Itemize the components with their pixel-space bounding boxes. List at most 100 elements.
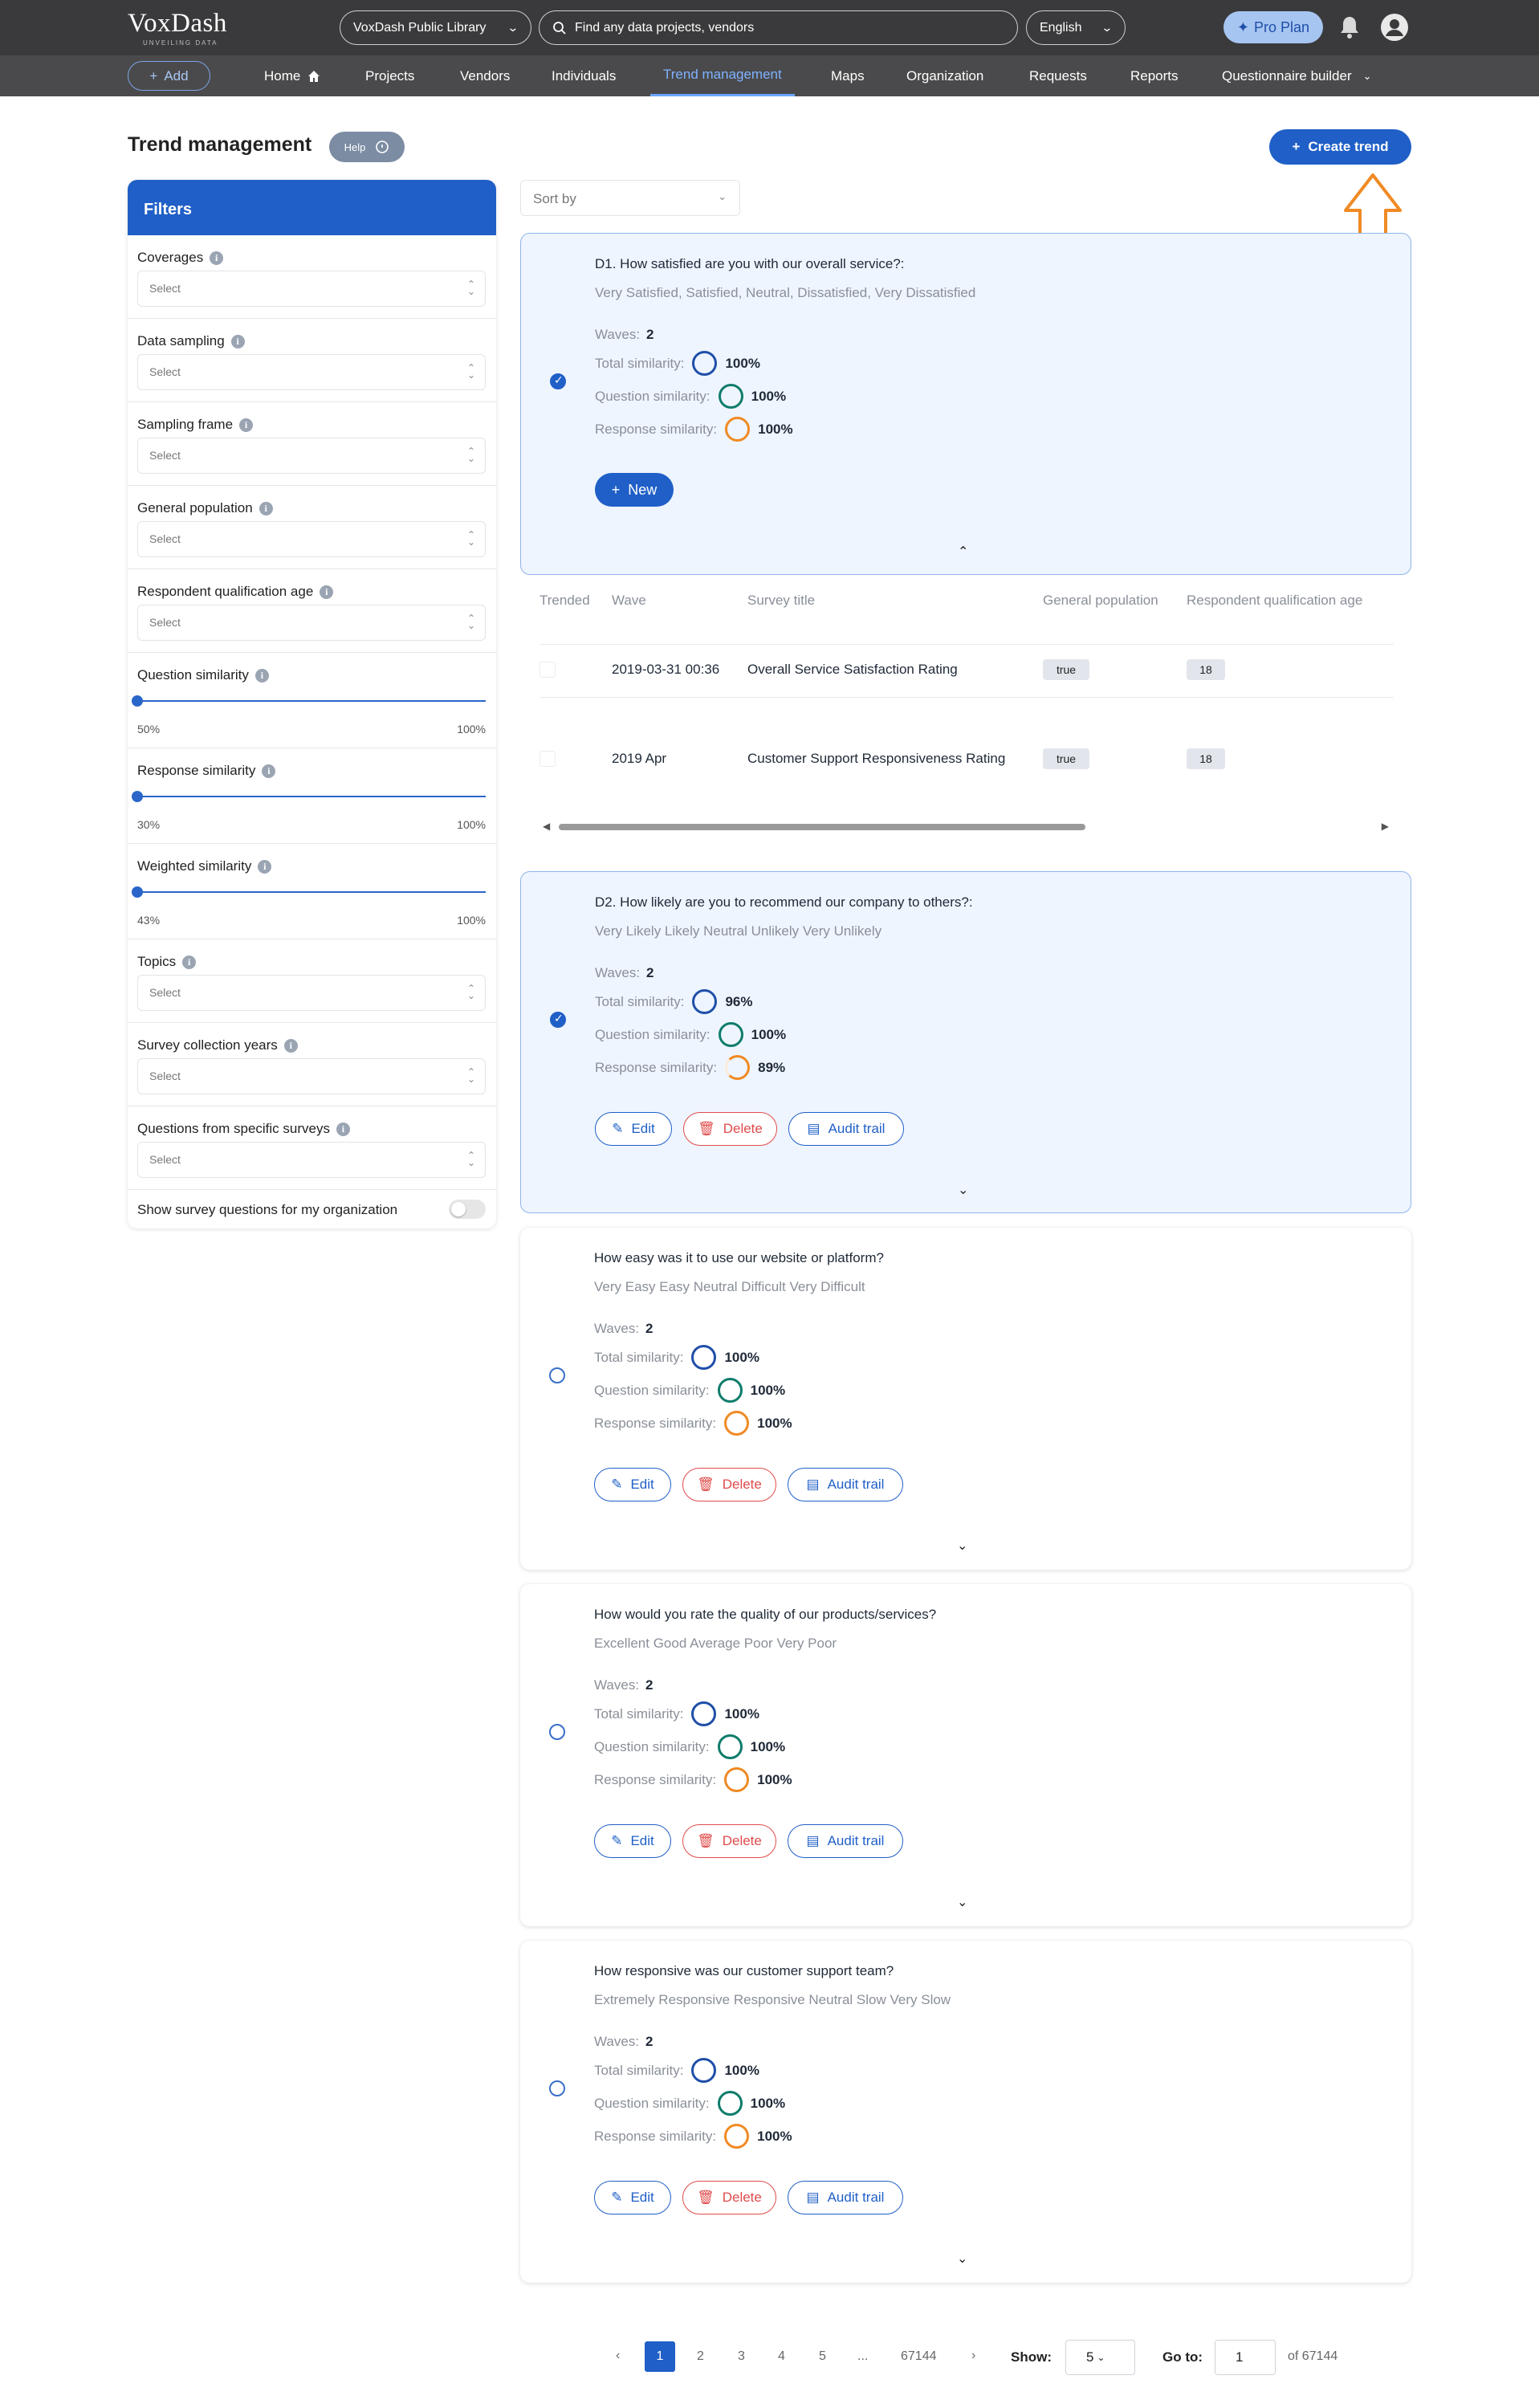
pagination-page[interactable]: 4: [778, 2349, 785, 2364]
specific-surveys-select[interactable]: Select ⌃ ⌄: [137, 1142, 486, 1178]
slider-handle[interactable]: [132, 886, 143, 898]
delete-label: Delete: [722, 1833, 762, 1848]
nav-requests[interactable]: Requests: [1029, 55, 1087, 96]
scroll-thumb[interactable]: [559, 824, 1085, 830]
filter-response-similarity: Response similarity i 30% 100%: [128, 748, 496, 844]
nav-vendors[interactable]: Vendors: [460, 55, 510, 96]
edit-button[interactable]: ✎ Edit: [595, 1112, 672, 1146]
coverages-select[interactable]: Select ⌃ ⌄: [137, 271, 486, 307]
pagination-page[interactable]: 5: [819, 2349, 826, 2364]
edit-button[interactable]: ✎ Edit: [594, 2181, 671, 2214]
delete-button[interactable]: 🗑 Delete: [682, 2181, 776, 2214]
create-trend-button[interactable]: + Create trend: [1269, 129, 1411, 165]
response-similarity-slider[interactable]: [137, 796, 486, 797]
question-similarity-slider[interactable]: [137, 700, 486, 702]
chevron-up-icon[interactable]: ⌃: [958, 544, 968, 560]
show-org-label: Show survey questions for my organizatio…: [137, 1202, 398, 1217]
trend-checkbox[interactable]: [549, 1367, 565, 1383]
info-icon[interactable]: i: [283, 1038, 298, 1053]
info-icon[interactable]: i: [259, 501, 273, 515]
data-sampling-select[interactable]: Select ⌃ ⌄: [137, 354, 486, 390]
search-input[interactable]: Find any data projects, vendors: [539, 10, 1018, 45]
info-icon[interactable]: i: [239, 418, 254, 432]
trended-checkbox[interactable]: [539, 662, 556, 678]
chevron-down-icon[interactable]: ⌄: [957, 2251, 967, 2267]
chevron-down-icon[interactable]: ⌄: [957, 1538, 967, 1554]
pagination-page[interactable]: 2: [697, 2349, 704, 2364]
page-size-select[interactable]: 5 ⌄: [1065, 2340, 1135, 2375]
audit-trail-button[interactable]: ▤ Audit trail: [788, 1824, 903, 1858]
scroll-left-icon[interactable]: ◀: [543, 821, 550, 832]
pagination-page-current[interactable]: 1: [645, 2341, 675, 2372]
sampling-frame-select[interactable]: Select ⌃ ⌄: [137, 438, 486, 474]
info-icon[interactable]: i: [210, 251, 224, 265]
language-value: English: [1040, 20, 1082, 35]
chevron-down-icon: ⌄: [1097, 2352, 1105, 2363]
nav-maps[interactable]: Maps: [831, 55, 865, 96]
trend-checkbox[interactable]: [549, 1724, 565, 1740]
info-icon[interactable]: i: [262, 764, 276, 778]
info-icon[interactable]: i: [336, 1122, 350, 1136]
table-horizontal-scrollbar[interactable]: ◀ ▶: [543, 821, 1389, 832]
slider-handle[interactable]: [132, 695, 143, 707]
library-select[interactable]: VoxDash Public Library ⌄: [340, 10, 531, 45]
nav-reports[interactable]: Reports: [1130, 55, 1179, 96]
edit-button[interactable]: ✎ Edit: [594, 1824, 671, 1858]
delete-button[interactable]: 🗑 Delete: [683, 1112, 777, 1146]
pagination-next[interactable]: ›: [971, 2349, 975, 2363]
info-icon[interactable]: i: [254, 668, 269, 682]
trend-card: How easy was it to use our website or pl…: [520, 1228, 1411, 1570]
sort-updown-icon: ⌃ ⌄: [466, 362, 475, 381]
new-wave-button[interactable]: + New: [595, 473, 674, 507]
respondent-age-select[interactable]: Select ⌃ ⌄: [137, 605, 486, 641]
show-org-toggle[interactable]: [449, 1200, 486, 1219]
pro-plan-button[interactable]: ✦ Pro Plan: [1223, 11, 1323, 43]
nav-individuals[interactable]: Individuals: [552, 55, 616, 96]
trended-checkbox[interactable]: [539, 751, 556, 767]
help-button[interactable]: Help: [329, 132, 405, 162]
nav-home[interactable]: Home: [264, 55, 321, 96]
bell-icon[interactable]: [1338, 14, 1361, 40]
survey-years-select[interactable]: Select ⌃ ⌄: [137, 1058, 486, 1094]
nav-trend-management[interactable]: Trend management: [650, 55, 795, 96]
edit-icon: ✎: [612, 1121, 624, 1136]
nav-questionnaire-builder[interactable]: Questionnaire builder ⌄: [1222, 55, 1372, 96]
delete-button[interactable]: 🗑 Delete: [682, 1824, 776, 1858]
trend-checkbox[interactable]: [549, 2080, 565, 2096]
audit-trail-button[interactable]: ▤ Audit trail: [788, 1468, 903, 1501]
pagination-page[interactable]: 3: [738, 2349, 745, 2364]
trend-checkbox[interactable]: [550, 373, 566, 389]
goto-page-input[interactable]: 1: [1215, 2340, 1276, 2375]
weighted-similarity-slider[interactable]: [137, 891, 486, 893]
info-icon[interactable]: i: [230, 334, 245, 348]
chevron-down-icon[interactable]: ⌄: [957, 1894, 967, 1910]
delete-label: Delete: [723, 1121, 763, 1136]
trend-checkbox[interactable]: [550, 1012, 566, 1028]
info-icon[interactable]: i: [320, 585, 334, 599]
survey-title-cell: Overall Service Satisfaction Rating: [747, 662, 958, 677]
nav-organization[interactable]: Organization: [906, 55, 983, 96]
scroll-right-icon[interactable]: ▶: [1382, 821, 1389, 832]
logo[interactable]: VoxDash: [128, 8, 227, 39]
col-header-wave: Wave: [612, 593, 646, 608]
pagination-prev[interactable]: ‹: [616, 2349, 620, 2363]
chevron-down-icon: ⌄: [1101, 21, 1114, 34]
audit-trail-button[interactable]: ▤ Audit trail: [788, 1112, 904, 1146]
slider-handle[interactable]: [132, 791, 143, 802]
sort-select[interactable]: Sort by ⌄: [520, 180, 740, 216]
language-select[interactable]: English ⌄: [1026, 10, 1126, 45]
status-badge: true: [1043, 659, 1089, 680]
audit-trail-button[interactable]: ▤ Audit trail: [788, 2181, 903, 2214]
topics-select[interactable]: Select ⌃ ⌄: [137, 975, 486, 1011]
info-icon[interactable]: i: [182, 955, 197, 969]
edit-button[interactable]: ✎ Edit: [594, 1468, 671, 1501]
question-text: How responsive was our customer support …: [594, 1963, 894, 1978]
nav-projects[interactable]: Projects: [365, 55, 414, 96]
delete-button[interactable]: 🗑 Delete: [682, 1468, 776, 1501]
chevron-down-icon[interactable]: ⌄: [958, 1182, 968, 1198]
user-avatar-icon[interactable]: [1380, 13, 1409, 42]
add-button[interactable]: + Add: [128, 61, 210, 91]
info-icon[interactable]: i: [258, 859, 272, 874]
general-population-select[interactable]: Select ⌃ ⌄: [137, 521, 486, 557]
pagination-page[interactable]: 67144: [901, 2349, 937, 2364]
